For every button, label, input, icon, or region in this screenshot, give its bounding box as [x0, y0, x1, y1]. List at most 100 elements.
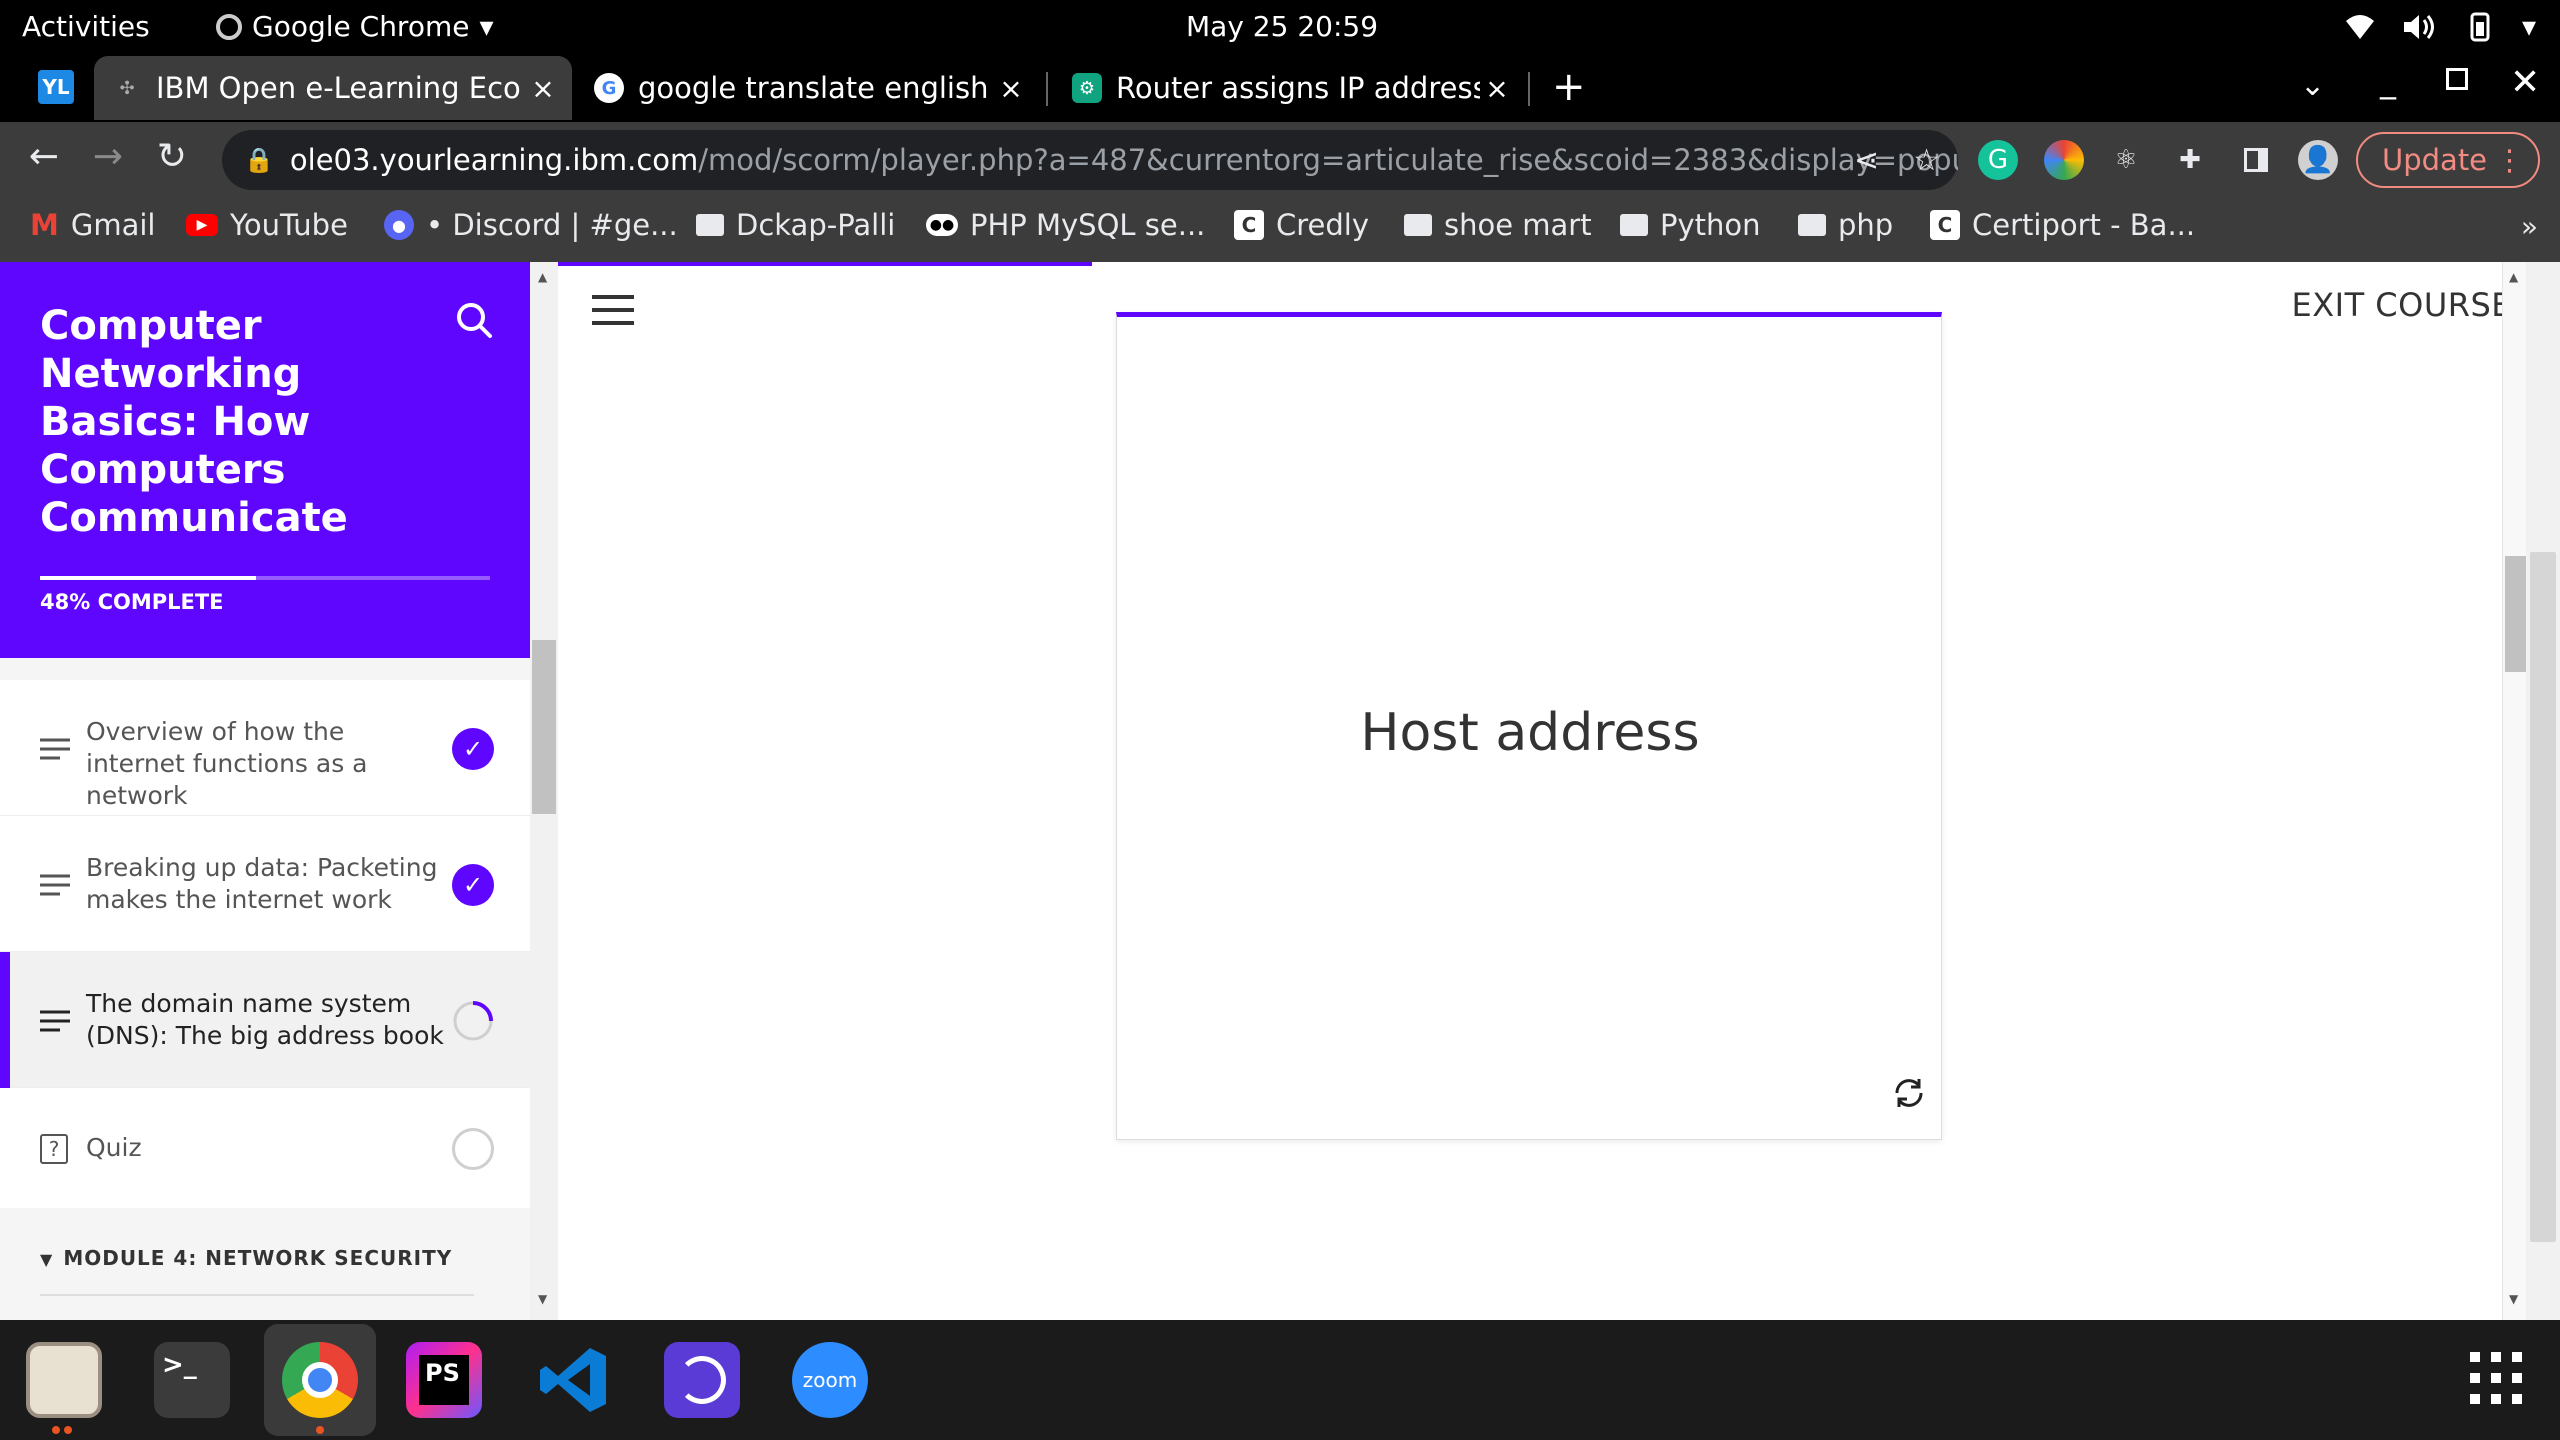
bookmark-label: YouTube	[230, 208, 348, 242]
folder-icon	[1404, 214, 1432, 236]
minimize-icon[interactable]: _	[2380, 62, 2396, 100]
window-scrollbar-thumb[interactable]	[2530, 552, 2556, 1242]
chatgpt-logo-icon: ⚙	[1072, 73, 1102, 103]
window-scrollbar[interactable]	[2526, 262, 2560, 1320]
close-tab-icon[interactable]: ×	[526, 72, 560, 105]
lesson-label: The domain name system (DNS): The big ad…	[86, 989, 444, 1050]
close-window-icon[interactable]: ✕	[2510, 62, 2540, 103]
close-tab-icon[interactable]: ×	[1480, 72, 1514, 105]
chrome-app-icon[interactable]	[282, 1342, 358, 1418]
tab-google-translate[interactable]: G google translate english t ×	[576, 56, 1040, 120]
lesson-progress-rule	[558, 262, 1092, 266]
lesson-lines-icon	[40, 738, 70, 760]
profile-avatar[interactable]: 👤	[2298, 140, 2338, 180]
extensions-puzzle-icon[interactable]: ✚	[2170, 140, 2210, 180]
update-chrome-button[interactable]: Update ⋮	[2356, 132, 2540, 188]
certiport-icon: C	[1930, 210, 1960, 240]
files-app-icon[interactable]	[26, 1342, 102, 1418]
bookmark-php-mysql[interactable]: ●● PHP MySQL se...	[926, 208, 1205, 242]
clock[interactable]: May 25 20:59	[1186, 10, 1378, 43]
hamburger-menu-icon[interactable]	[592, 294, 634, 326]
lesson-content: EXIT COURSE Host address	[558, 262, 2512, 1320]
google-g-icon: G	[594, 73, 624, 103]
sidebar-scrollbar-thumb[interactable]	[532, 640, 556, 814]
search-icon[interactable]	[454, 300, 494, 340]
phpstorm-app-icon[interactable]: PS	[406, 1342, 482, 1418]
bookmark-label: Dckap-Palli	[736, 208, 896, 242]
exit-course-link[interactable]: EXIT COURSE	[2291, 286, 2512, 324]
phpstorm-label: PS	[419, 1355, 469, 1405]
show-applications-grid-icon[interactable]	[2468, 1350, 2524, 1406]
sidebar-scrollbar[interactable]: ▲ ▼	[530, 262, 558, 1320]
close-tab-icon[interactable]: ×	[994, 72, 1028, 105]
scroll-down-arrow-icon[interactable]: ▼	[538, 1292, 547, 1306]
address-bar[interactable]: 🔒 ole03.yourlearning.ibm.com /mod/scorm/…	[222, 130, 1958, 190]
bookmark-label: php	[1838, 208, 1894, 242]
react-devtools-icon[interactable]: ⚛	[2106, 140, 2146, 180]
lesson-overview-internet[interactable]: Overview of how the internet functions a…	[0, 680, 530, 816]
flashcard[interactable]: Host address	[1116, 312, 1942, 1140]
lesson-breaking-up-data[interactable]: Breaking up data: Packeting makes the in…	[0, 816, 530, 952]
scroll-down-arrow-icon[interactable]: ▼	[2509, 1292, 2518, 1306]
lesson-lines-icon	[40, 874, 70, 896]
flip-card-icon[interactable]	[1889, 1073, 1929, 1113]
new-tab-icon[interactable]: +	[1552, 64, 1586, 110]
lesson-dns[interactable]: The domain name system (DNS): The big ad…	[0, 952, 530, 1088]
tab-router-ip[interactable]: ⚙ Router assigns IP address ×	[1054, 56, 1526, 120]
bookmark-php[interactable]: php	[1798, 208, 1893, 242]
bookmark-label: Gmail	[70, 208, 156, 242]
lesson-quiz[interactable]: ? Quiz	[0, 1088, 530, 1208]
medium-icon: ●●	[926, 214, 958, 236]
course-progress-fill	[40, 576, 256, 580]
screen-recorder-app-icon[interactable]	[664, 1342, 740, 1418]
system-tray[interactable]: ▾	[2344, 10, 2536, 43]
bookmark-star-icon[interactable]: ☆	[1913, 143, 1940, 178]
quiz-icon: ?	[40, 1134, 68, 1164]
tab-search-icon[interactable]: ⌄	[2300, 68, 2325, 103]
scroll-up-arrow-icon[interactable]: ▲	[2509, 270, 2518, 284]
module-heading[interactable]: ▼ MODULE 4: NETWORK SECURITY	[40, 1246, 452, 1270]
bookmark-label: Certiport - Ba...	[1972, 208, 2196, 242]
grammarly-icon[interactable]: G	[1978, 140, 2018, 180]
color-picker-extension-icon[interactable]	[2044, 140, 2084, 180]
credly-icon: C	[1234, 210, 1264, 240]
zoom-app-icon[interactable]: zoom	[792, 1342, 868, 1418]
bookmark-python[interactable]: Python	[1620, 208, 1761, 242]
dock: >_ PS zoom	[0, 1320, 2560, 1440]
back-arrow-icon[interactable]: ←	[20, 136, 68, 177]
kebab-menu-icon[interactable]: ⋮	[2495, 143, 2524, 177]
folder-icon	[1620, 214, 1648, 236]
activities-button[interactable]: Activities	[22, 10, 150, 43]
app-menu[interactable]: Google Chrome ▾	[216, 10, 494, 43]
chrome-app-icon	[216, 13, 242, 40]
bookmark-gmail[interactable]: M Gmail	[30, 208, 155, 242]
divider	[40, 1294, 474, 1296]
reload-icon[interactable]: ↻	[148, 136, 196, 177]
url-path: /mod/scorm/player.php?a=487&currentorg=a…	[698, 143, 1958, 177]
running-indicator	[64, 1426, 72, 1434]
yl-logo-icon: YL	[38, 70, 74, 104]
chrome-center	[302, 1362, 338, 1398]
side-panel-icon[interactable]	[2236, 140, 2276, 180]
bookmark-youtube[interactable]: ▶ YouTube	[186, 208, 348, 242]
terminal-app-icon[interactable]: >_	[154, 1342, 230, 1418]
bookmark-label: Python	[1660, 208, 1761, 242]
forward-arrow-icon[interactable]: →	[84, 136, 132, 177]
bookmark-label: Credly	[1276, 208, 1370, 242]
bookmark-discord[interactable]: ● • Discord | #ge...	[384, 208, 678, 242]
bookmark-credly[interactable]: C Credly	[1234, 208, 1369, 242]
browser-toolbar: ← → ↻ 🔒 ole03.yourlearning.ibm.com /mod/…	[0, 122, 2560, 198]
vscode-app-icon[interactable]	[536, 1342, 612, 1418]
scroll-up-arrow-icon[interactable]: ▲	[538, 270, 547, 284]
tab-ibm-elearning[interactable]: ✣ IBM Open e-Learning Eco ×	[94, 56, 572, 120]
tab-separator	[1528, 72, 1530, 106]
bookmark-dckap-palli[interactable]: Dckap-Palli	[696, 208, 895, 242]
bookmark-label: shoe mart	[1444, 208, 1592, 242]
share-icon[interactable]: ⋖	[1854, 143, 1879, 178]
restore-icon[interactable]	[2446, 68, 2468, 90]
content-scrollbar[interactable]: ▼ ▲	[2502, 262, 2529, 1320]
bookmark-shoe-mart[interactable]: shoe mart	[1404, 208, 1592, 242]
more-bookmarks-icon[interactable]: »	[2521, 210, 2538, 243]
course-progress-bar	[40, 576, 490, 580]
bookmark-certiport[interactable]: C Certiport - Ba...	[1930, 208, 2195, 242]
